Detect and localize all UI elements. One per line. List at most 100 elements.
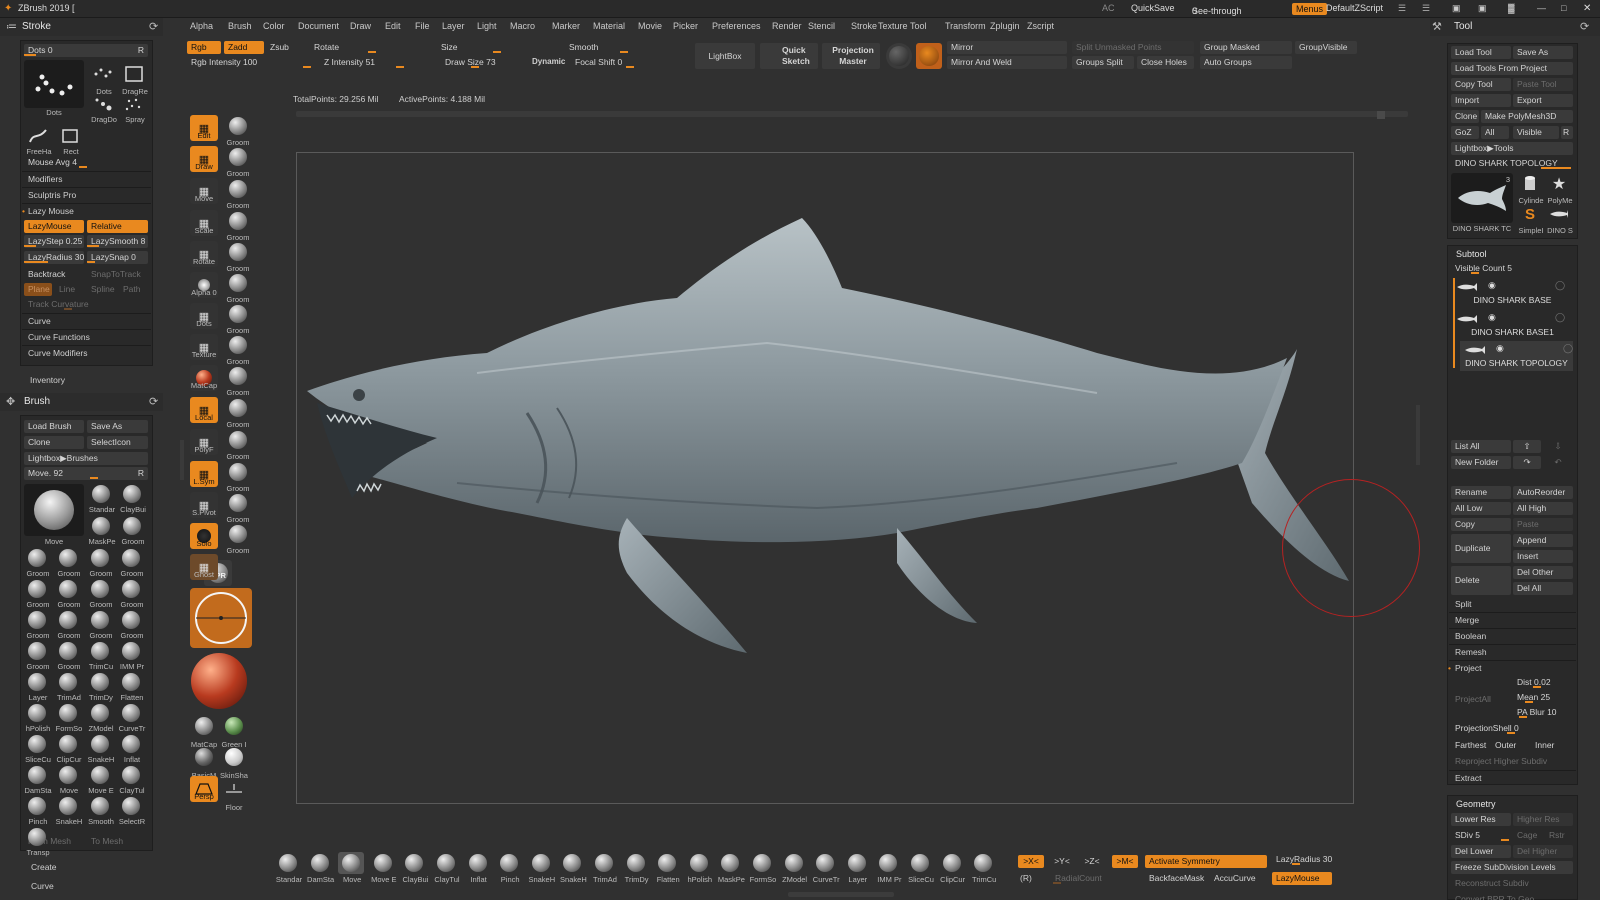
persp-button[interactable]: Persp: [190, 776, 218, 802]
selecticon-button[interactable]: SelectIcon: [87, 436, 148, 449]
shelf-ghost-button[interactable]: ▦ Ghost: [190, 554, 218, 580]
curve-functions-section[interactable]: Curve Functions: [28, 331, 90, 344]
current-brush-icon[interactable]: Move: [24, 484, 84, 546]
paste-button[interactable]: Paste: [1513, 518, 1573, 531]
eye-icon[interactable]: ◉: [1488, 312, 1496, 323]
brush-groom-icon[interactable]: Groom: [55, 641, 81, 671]
brush-groom-icon[interactable]: Groom: [55, 579, 81, 609]
skin-material-icon[interactable]: SkinSha: [220, 744, 248, 780]
backtrack-button[interactable]: Backtrack: [24, 268, 84, 281]
brush-groom-icon[interactable]: Groom: [118, 610, 144, 640]
bottom-brush-damsta-icon[interactable]: DamSta: [307, 852, 334, 884]
menu-texture[interactable]: Texture: [878, 21, 908, 31]
groom-brush-icon[interactable]: Groom: [224, 272, 252, 304]
goz-all-button[interactable]: All: [1481, 126, 1509, 139]
dynamic-toggle[interactable]: Dynamic: [532, 55, 565, 68]
menu-draw[interactable]: Draw: [350, 21, 371, 31]
shelf-alpha-0-button[interactable]: Alpha 0: [190, 272, 218, 298]
lightbox-brushes-button[interactable]: Lightbox▶Brushes: [24, 452, 148, 465]
floor-button[interactable]: Floor: [220, 776, 248, 812]
refresh-icon[interactable]: ⟳: [1580, 20, 1589, 33]
rgb-intensity-slider[interactable]: Rgb Intensity 100: [187, 56, 311, 69]
polymesh-star-icon[interactable]: ★ PolyMe: [1546, 173, 1572, 205]
brush-groom-icon[interactable]: Groom: [87, 579, 113, 609]
current-tool-thumbnail[interactable]: 3 DINO SHARK TC: [1451, 173, 1513, 233]
lazy-mouse-section[interactable]: Lazy Mouse: [28, 205, 74, 218]
shelf-matcap-button[interactable]: MatCap: [190, 365, 218, 391]
goz-r-button[interactable]: R: [1561, 126, 1573, 139]
groom-brush-icon[interactable]: Groom: [224, 115, 252, 147]
menu-light[interactable]: Light: [477, 21, 497, 31]
green-material-icon[interactable]: Green I: [220, 713, 248, 749]
import-button[interactable]: Import: [1451, 94, 1511, 107]
bottom-brush-layer-icon[interactable]: Layer: [844, 852, 870, 884]
brush-groom-icon[interactable]: Groom: [24, 641, 50, 671]
groups-split-button[interactable]: Groups Split: [1072, 56, 1134, 69]
lazysnap-slider[interactable]: LazySnap 0: [87, 251, 148, 264]
load-from-project-button[interactable]: Load Tools From Project: [1451, 62, 1573, 75]
lightbox-tools-button[interactable]: Lightbox▶Tools: [1451, 142, 1573, 155]
groom-brush-icon[interactable]: Groom: [224, 492, 252, 524]
curve-section[interactable]: Curve: [28, 315, 51, 328]
groom-brush-icon[interactable]: Groom: [224, 178, 252, 210]
brush-header[interactable]: Brush ✥ ⟳: [0, 393, 163, 411]
menu-brush[interactable]: Brush: [228, 21, 252, 31]
bottom-brush-hpolish-icon[interactable]: hPolish: [686, 852, 712, 884]
rotate-slider[interactable]: Rotate: [310, 41, 430, 54]
visibility-icon[interactable]: ◯: [1563, 343, 1573, 354]
bottom-brush-trimad-icon[interactable]: TrimAd: [591, 852, 617, 884]
shelf-solo-button[interactable]: Solo: [190, 523, 218, 549]
bottom-brush-maskpe-icon[interactable]: MaskPe: [717, 852, 745, 884]
menu-color[interactable]: Color: [263, 21, 285, 31]
inventory-section[interactable]: Inventory: [30, 374, 65, 387]
cylinder-tool-icon[interactable]: Cylinde: [1517, 173, 1544, 205]
lazystep-slider[interactable]: LazyStep 0.25: [24, 235, 84, 248]
mouse-avg-slider[interactable]: Mouse Avg 4: [24, 156, 148, 169]
menu-macro[interactable]: Macro: [510, 21, 535, 31]
lazymouse-button[interactable]: LazyMouse: [24, 220, 84, 233]
canvas-viewport[interactable]: [296, 152, 1420, 804]
close-icon[interactable]: ✕: [1583, 3, 1591, 14]
convert-bpr-button[interactable]: Convert BPR To Geo: [1451, 893, 1573, 900]
activate-symmetry-button[interactable]: Activate Symmetry: [1145, 855, 1267, 868]
menu-marker[interactable]: Marker: [552, 21, 580, 31]
bottom-brush-claybui-icon[interactable]: ClayBui: [401, 852, 428, 884]
del-higher-button[interactable]: Del Higher: [1513, 845, 1573, 858]
append-button[interactable]: Append: [1513, 534, 1573, 547]
boolean-section[interactable]: Boolean: [1455, 630, 1486, 643]
subtool-row[interactable]: ◉ ◯ DINO SHARK BASE: [1452, 278, 1573, 308]
shelf-dots-button[interactable]: ▦ Dots: [190, 303, 218, 329]
higher-res-button[interactable]: Higher Res: [1513, 813, 1573, 826]
brush-save-as-button[interactable]: Save As: [87, 420, 148, 433]
dragdot-stroke-icon[interactable]: DragDo: [90, 94, 117, 124]
menu-file[interactable]: File: [415, 21, 430, 31]
brush-pinch-icon[interactable]: Pinch: [24, 796, 50, 826]
layout-icon-2[interactable]: ☰: [1422, 3, 1430, 14]
folder-arrow-icon[interactable]: ↷: [1513, 456, 1541, 469]
z-intensity-slider[interactable]: Z Intensity 51: [320, 56, 430, 69]
groom-brush-icon[interactable]: Groom: [224, 334, 252, 366]
shelf-scale-button[interactable]: ▦ Scale: [190, 210, 218, 236]
dist-slider[interactable]: Dist 0.02: [1513, 676, 1573, 689]
brush-snakeh-icon[interactable]: SnakeH: [87, 734, 114, 764]
refresh-icon[interactable]: ⟳: [149, 20, 158, 33]
duplicate-button[interactable]: Duplicate: [1451, 534, 1511, 563]
folder-arrow-icon-2[interactable]: ↶: [1544, 456, 1572, 469]
line-button[interactable]: Line: [55, 283, 83, 296]
right-tray-handle[interactable]: [1416, 405, 1420, 465]
menu-render[interactable]: Render: [772, 21, 802, 31]
brush-groom-icon[interactable]: Groom: [87, 548, 113, 578]
menu-tool[interactable]: Tool: [910, 21, 927, 31]
copy-button[interactable]: Copy: [1451, 518, 1511, 531]
make-polymesh-button[interactable]: Make PolyMesh3D: [1481, 110, 1573, 123]
brush-groom-icon[interactable]: Groom: [55, 610, 81, 640]
spline-button[interactable]: Spline: [87, 283, 117, 296]
curve-section-2[interactable]: Curve: [31, 880, 54, 893]
bottom-brush-move-e-icon[interactable]: Move E: [370, 852, 397, 884]
bottom-scroll-handle[interactable]: [788, 892, 894, 897]
bottom-brush-trimdy-icon[interactable]: TrimDy: [623, 852, 649, 884]
groom-brush-icon[interactable]: Groom: [224, 303, 252, 335]
simple-brush-icon[interactable]: S SimpleI: [1517, 203, 1543, 236]
relative-button[interactable]: Relative: [87, 220, 148, 233]
brush-layer-icon[interactable]: Layer: [24, 672, 50, 702]
